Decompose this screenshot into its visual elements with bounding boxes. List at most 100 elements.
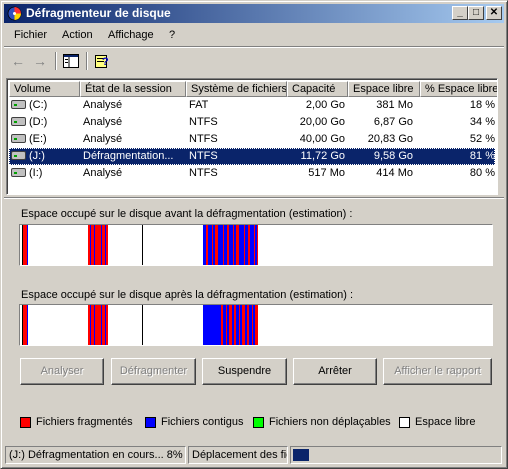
pane-separator (4, 197, 504, 199)
percent-free: 81 % (469, 150, 495, 162)
legend-free-label: Espace libre (415, 416, 476, 428)
capacity: 40,00 Go (299, 133, 345, 145)
before-map-label: Espace occupé sur le disque avant la déf… (21, 208, 353, 220)
help-icon: ? (95, 55, 109, 68)
drive-icon (11, 117, 26, 126)
contiguous-swatch (145, 417, 156, 428)
volume-row[interactable]: (I:) Analysé NTFS 517 Mo 414 Mo 80 % (9, 165, 495, 182)
show-hide-console-tree-button[interactable] (60, 51, 82, 71)
back-arrow-icon: ← (11, 53, 25, 69)
percent-free: 34 % (469, 116, 495, 128)
drive-icon (11, 151, 26, 160)
toolbar-separator (55, 52, 57, 70)
filesystem: NTFS (189, 167, 218, 179)
cluster-block (255, 305, 258, 345)
column-header-capacity[interactable]: Capacité (287, 81, 348, 97)
volume-name: (E:) (29, 133, 47, 145)
percent-free: 80 % (469, 167, 495, 179)
column-header-percent-free[interactable]: % Espace libre (420, 81, 497, 97)
after-map-label: Espace occupé sur le disque après la déf… (21, 289, 354, 301)
minimize-icon: _ (457, 7, 463, 18)
session-state: Analysé (83, 133, 123, 145)
view-report-button[interactable]: Afficher le rapport (383, 358, 492, 385)
cluster-block (257, 225, 258, 265)
status-progress-text: (J:) Défragmentation en cours... 8% (5, 446, 186, 464)
free-space-swatch (399, 417, 410, 428)
drive-icon (11, 100, 26, 109)
volume-row[interactable]: (E:) Analysé NTFS 40,00 Go 20,83 Go 52 % (9, 131, 495, 148)
capacity: 11,72 Go (300, 150, 345, 162)
menu-file[interactable]: Fichier (14, 29, 47, 41)
column-header-filesystem[interactable]: Système de fichiers (186, 81, 287, 97)
session-state: Analysé (83, 167, 123, 179)
status-progress-bar (290, 446, 502, 464)
toolbar-separator-2 (86, 52, 88, 70)
status-moving-text: Déplacement des fic (188, 446, 288, 464)
title-bar[interactable]: Défragmenteur de disque _ □ ✕ (4, 4, 504, 23)
legend-unmovable-label: Fichiers non déplaçables (269, 416, 391, 428)
forward-arrow-icon: → (33, 53, 47, 69)
filesystem: FAT (189, 99, 209, 111)
menu-help[interactable]: ? (169, 29, 175, 41)
free-space: 414 Mo (376, 167, 413, 179)
status-bar: (J:) Défragmentation en cours... 8% Dépl… (4, 446, 504, 465)
filesystem: NTFS (189, 150, 218, 162)
back-button[interactable]: ← (7, 51, 29, 71)
cluster-block (106, 225, 108, 265)
cluster-block (142, 305, 143, 345)
free-space: 9,58 Go (373, 150, 413, 162)
before-defrag-map (19, 224, 493, 266)
percent-free: 18 % (469, 99, 495, 111)
maximize-button[interactable]: □ (468, 6, 484, 20)
volume-name: (C:) (29, 99, 48, 111)
forward-button[interactable]: → (29, 51, 51, 71)
defragment-button[interactable]: Défragmenter (111, 358, 196, 385)
column-header-free-space[interactable]: Espace libre (348, 81, 420, 97)
free-space: 20,83 Go (367, 133, 413, 145)
cluster-block (106, 305, 108, 345)
volume-name: (D:) (29, 116, 48, 128)
column-header-volume[interactable]: Volume (9, 81, 80, 97)
pause-button[interactable]: Suspendre (202, 358, 287, 385)
volume-row-selected[interactable]: (J:) Défragmentation... NTFS 11,72 Go 9,… (9, 148, 495, 165)
svg-text:?: ? (102, 56, 109, 68)
drive-icon (11, 168, 26, 177)
volume-list[interactable]: Volume État de la session Système de fic… (6, 78, 498, 195)
menu-action[interactable]: Action (62, 29, 93, 41)
legend-contiguous-label: Fichiers contigus (161, 416, 244, 428)
drive-icon (11, 134, 26, 143)
legend-fragmented-label: Fichiers fragmentés (36, 416, 133, 428)
free-space: 381 Mo (376, 99, 413, 111)
percent-free: 52 % (469, 133, 495, 145)
after-defrag-map (19, 304, 493, 346)
volume-name: (I:) (29, 167, 43, 179)
close-icon: ✕ (489, 7, 499, 18)
analyze-button[interactable]: Analyser (20, 358, 104, 385)
session-state: Défragmentation... (83, 150, 174, 162)
window-title: Défragmenteur de disque (26, 6, 171, 20)
filesystem: NTFS (189, 116, 218, 128)
unmovable-swatch (253, 417, 264, 428)
volume-row[interactable]: (D:) Analysé NTFS 20,00 Go 6,87 Go 34 % (9, 114, 495, 131)
session-state: Analysé (83, 99, 123, 111)
free-space: 6,87 Go (373, 116, 413, 128)
capacity: 2,00 Go (305, 99, 345, 111)
session-state: Analysé (83, 116, 123, 128)
filesystem: NTFS (189, 133, 218, 145)
close-button[interactable]: ✕ (486, 6, 502, 20)
cluster-block (142, 225, 143, 265)
cluster-block (27, 225, 28, 265)
menu-view[interactable]: Affichage (108, 29, 154, 41)
console-tree-icon (63, 54, 79, 68)
help-button[interactable]: ? (91, 51, 113, 71)
capacity: 517 Mo (308, 167, 345, 179)
stop-button[interactable]: Arrêter (293, 358, 377, 385)
toolbar: ← → ? (4, 48, 504, 74)
cluster-block (27, 305, 28, 345)
fragmented-swatch (20, 417, 31, 428)
progress-bar-fill (293, 449, 310, 461)
minimize-button[interactable]: _ (452, 6, 468, 20)
column-header-session-state[interactable]: État de la session (80, 81, 186, 97)
defrag-app-icon (7, 6, 22, 21)
volume-row[interactable]: (C:) Analysé FAT 2,00 Go 381 Mo 18 % (9, 97, 495, 114)
